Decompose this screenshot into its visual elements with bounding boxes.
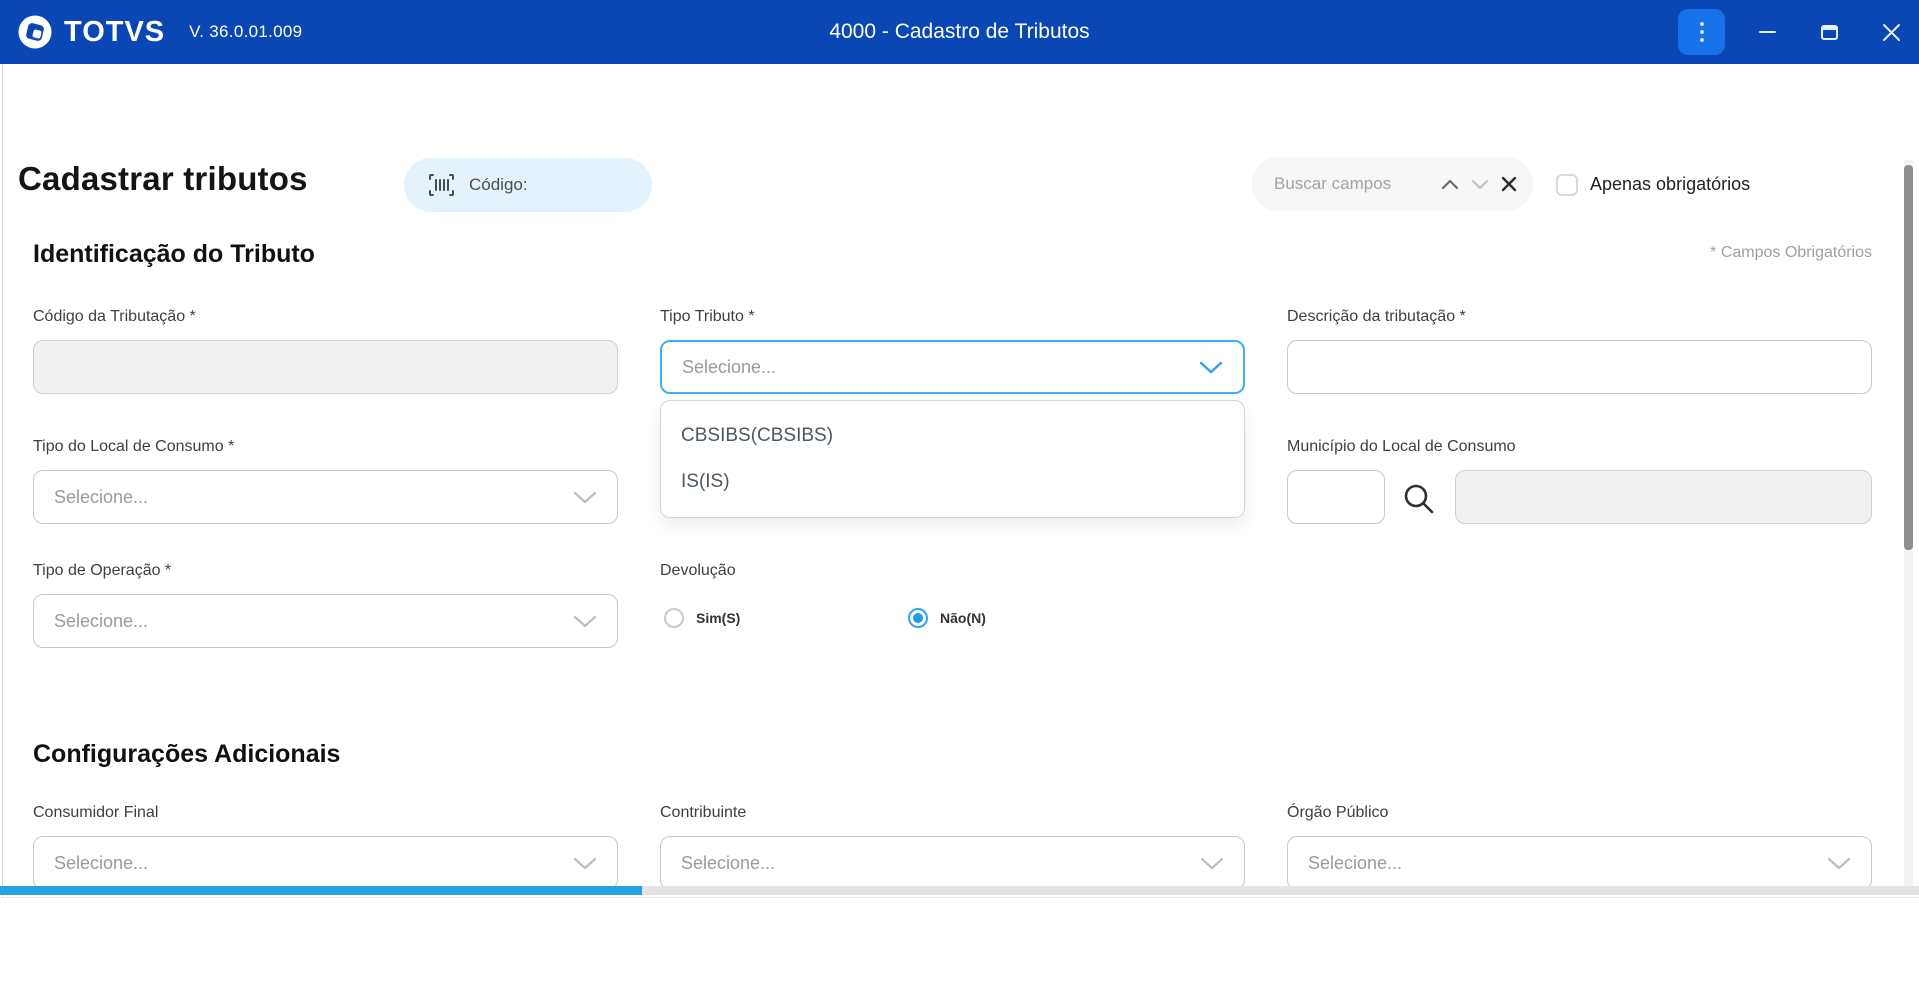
label-municipio-local-consumo: Município do Local de Consumo — [1287, 438, 1516, 456]
maximize-icon — [1821, 25, 1838, 40]
window-left-edge — [2, 64, 3, 1004]
horizontal-scrollbar-thumb[interactable] — [0, 886, 642, 895]
chevron-down-icon — [573, 491, 597, 504]
radio-devolucao-sim-label: Sim(S) — [696, 610, 740, 626]
input-codigo-tributacao — [33, 340, 618, 394]
codigo-chip-label: Código: — [469, 175, 528, 195]
input-municipio-codigo[interactable] — [1287, 470, 1385, 524]
chevron-down-icon — [1827, 857, 1851, 870]
page-header: Cadastrar tributos Código: — [0, 64, 1919, 177]
select-contribuinte[interactable]: Selecione... — [660, 836, 1245, 890]
tipo-tributo-dropdown-panel: CBSIBS(CBSIBS) IS(IS) — [660, 400, 1245, 518]
label-tipo-local-consumo: Tipo do Local de Consumo * — [33, 438, 234, 456]
input-municipio-nome — [1455, 470, 1872, 524]
dropdown-option-is[interactable]: IS(IS) — [661, 459, 1244, 505]
page-title: Cadastrar tributos — [18, 160, 308, 198]
chevron-up-icon[interactable] — [1441, 179, 1459, 190]
minimize-icon — [1759, 31, 1776, 33]
barcode-icon — [428, 172, 455, 198]
only-required-checkbox[interactable] — [1556, 174, 1578, 196]
search-fields-box — [1252, 157, 1533, 211]
chevron-down-icon — [1199, 361, 1223, 374]
chevron-down-icon[interactable] — [1471, 179, 1489, 190]
select-tipo-tributo[interactable]: Selecione... — [660, 340, 1245, 394]
app-window: TOTVS V. 36.0.01.009 4000 - Cadastro de … — [0, 0, 1919, 1004]
window-controls — [1678, 0, 1919, 64]
label-tipo-operacao: Tipo de Operação * — [33, 562, 171, 580]
kebab-menu-button[interactable] — [1678, 9, 1725, 55]
clear-search-icon[interactable] — [1501, 176, 1517, 192]
wizard-footer: 1 Informações Gerais 2 Informações do Tr… — [0, 897, 1919, 1004]
section-title-configuracoes: Configurações Adicionais — [33, 740, 340, 769]
vertical-scrollbar-thumb[interactable] — [1904, 165, 1913, 550]
select-consumidor-final[interactable]: Selecione... — [33, 836, 618, 890]
label-codigo-tributacao: Código da Tributação * — [33, 308, 196, 326]
radio-devolucao-nao[interactable]: Não(N) — [908, 608, 986, 628]
search-icon — [1400, 480, 1436, 516]
label-devolucao: Devolução — [660, 562, 736, 580]
only-required-toggle: Apenas obrigatórios — [1556, 128, 1750, 241]
chevron-down-icon — [573, 857, 597, 870]
input-descricao-tributacao[interactable] — [1287, 340, 1872, 394]
only-required-label: Apenas obrigatórios — [1590, 174, 1750, 195]
minimize-button[interactable] — [1747, 12, 1787, 52]
chevron-down-icon — [1200, 857, 1224, 870]
titlebar: TOTVS V. 36.0.01.009 4000 - Cadastro de … — [0, 0, 1919, 64]
label-tipo-tributo: Tipo Tributo * — [660, 308, 755, 326]
select-tipo-local-consumo[interactable]: Selecione... — [33, 470, 618, 524]
municipio-lookup-button[interactable] — [1398, 478, 1438, 518]
label-consumidor-final: Consumidor Final — [33, 804, 158, 822]
radio-selected-icon — [908, 608, 928, 628]
required-fields-note: * Campos Obrigatórios — [1710, 244, 1872, 262]
dropdown-option-cbsibs[interactable]: CBSIBS(CBSIBS) — [661, 413, 1244, 459]
select-contribuinte-placeholder: Selecione... — [681, 853, 775, 874]
radio-devolucao-nao-label: Não(N) — [940, 610, 986, 626]
window-title: 4000 - Cadastro de Tributos — [0, 0, 1919, 64]
select-tipo-operacao-placeholder: Selecione... — [54, 611, 148, 632]
label-orgao-publico: Órgão Público — [1287, 804, 1388, 822]
chevron-down-icon — [573, 615, 597, 628]
close-button[interactable] — [1871, 12, 1911, 52]
radio-devolucao-sim[interactable]: Sim(S) — [664, 608, 740, 628]
select-orgao-publico-placeholder: Selecione... — [1308, 853, 1402, 874]
radio-icon — [664, 608, 684, 628]
close-icon — [1882, 23, 1901, 42]
section-title-identificacao: Identificação do Tributo — [33, 240, 315, 269]
maximize-button[interactable] — [1809, 12, 1849, 52]
codigo-chip: Código: — [404, 158, 652, 212]
select-tipo-tributo-placeholder: Selecione... — [682, 357, 776, 378]
search-fields-input[interactable] — [1274, 174, 1441, 194]
select-orgao-publico[interactable]: Selecione... — [1287, 836, 1872, 890]
label-contribuinte: Contribuinte — [660, 804, 746, 822]
select-consumidor-final-placeholder: Selecione... — [54, 853, 148, 874]
search-controls — [1441, 176, 1517, 192]
select-tipo-local-consumo-placeholder: Selecione... — [54, 487, 148, 508]
select-tipo-operacao[interactable]: Selecione... — [33, 594, 618, 648]
label-descricao-tributacao: Descrição da tributação * — [1287, 308, 1466, 326]
